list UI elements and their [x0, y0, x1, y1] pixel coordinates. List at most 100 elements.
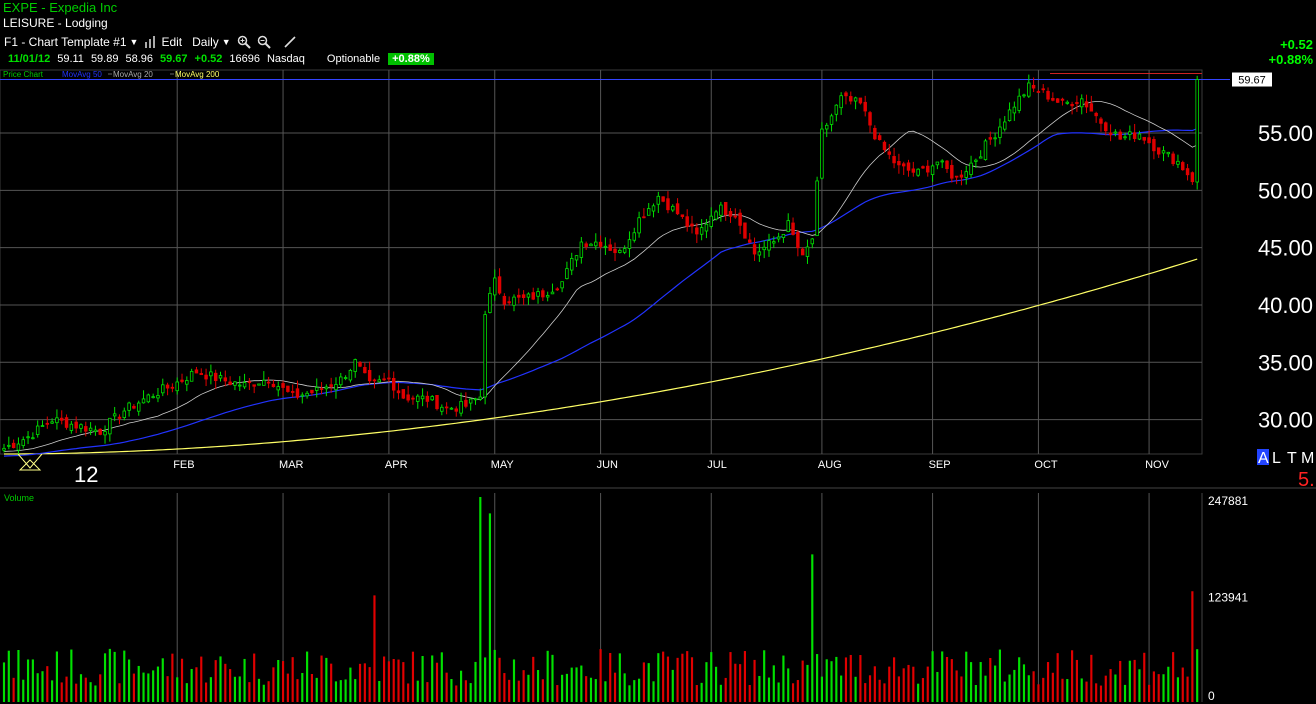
candle-body [954, 175, 959, 178]
last-price-value: 59.67 [1238, 75, 1266, 87]
quote-date: 11/01/12 [8, 52, 51, 65]
candle-body [959, 174, 964, 178]
candle-body [526, 293, 531, 298]
chevron-down-icon: ▼ [129, 37, 139, 47]
candle-body [300, 394, 305, 397]
zoom-out-button[interactable] [257, 35, 271, 49]
chart-area[interactable]: 55.0050.0045.0040.0035.0030.0012 FEB MAR AP… [0, 68, 1316, 704]
chart-tag[interactable]: A [1258, 450, 1269, 467]
candle-body [666, 198, 670, 211]
candle-body [348, 369, 353, 381]
candle-body [199, 372, 203, 376]
candle-body [1007, 109, 1012, 122]
candle-body [536, 291, 540, 297]
candle-body [1185, 168, 1190, 176]
candle-body [425, 395, 430, 402]
chart-tag[interactable]: L [1272, 450, 1281, 467]
candle-body [151, 396, 155, 399]
candle-body [103, 431, 107, 436]
chevron-down-icon: ▼ [221, 37, 231, 47]
candle-body [882, 141, 887, 151]
candle-body [738, 212, 742, 226]
chart-tag[interactable]: T [1287, 450, 1297, 467]
candle-body [1070, 103, 1074, 107]
candle-body [1055, 98, 1060, 103]
candle-body [64, 417, 69, 428]
zoom-in-button[interactable] [237, 35, 251, 49]
candle-body [146, 394, 151, 403]
candle-body [714, 211, 718, 220]
candle-body [411, 397, 415, 400]
period-label: Daily [192, 35, 219, 49]
candle-body [213, 372, 218, 381]
chart-toolbar: F1 - Chart Template #1 ▼ Edit Daily ▼ [0, 33, 303, 51]
candle-body [1099, 118, 1103, 124]
candle-body [565, 268, 569, 279]
candle-body [334, 384, 338, 391]
volume-axis-label: 247881 [1208, 494, 1248, 508]
month-label: NOV [1145, 459, 1170, 471]
month-label: JUL [707, 459, 727, 471]
volume-panel-label: Volume [4, 493, 34, 503]
candle-body [1027, 82, 1031, 97]
candle-body [98, 428, 102, 435]
chart-tag[interactable]: M [1301, 450, 1314, 467]
month-label: MAY [491, 459, 515, 471]
candle-body [772, 241, 776, 244]
candle-body [112, 413, 117, 417]
edit-button[interactable]: Edit [144, 35, 182, 49]
candle-body [743, 222, 747, 239]
axis-labels: 55.0050.0045.0040.0035.0030.0012 FEB MAR AP… [3, 70, 1315, 703]
indicator-legend: MovAvg 20 [113, 70, 153, 79]
bar-chart-icon [145, 36, 156, 48]
candle-body [589, 243, 593, 247]
candle-body [815, 180, 819, 237]
candle-body [406, 394, 410, 401]
pencil-icon [284, 36, 296, 48]
candle-body [127, 402, 131, 411]
candle-body [1161, 150, 1166, 154]
candle-body [132, 405, 136, 409]
candle-body [661, 196, 665, 202]
candle-body [60, 417, 64, 421]
candle-body [454, 408, 458, 412]
candle-body [1132, 132, 1137, 139]
candle-body [295, 388, 300, 398]
candle-body [1147, 137, 1151, 144]
candle-body [204, 374, 208, 380]
change-percent-right: +0.88% [1268, 52, 1313, 67]
candle-body [1060, 98, 1065, 101]
candle-body [1171, 153, 1175, 165]
candle-body [257, 383, 261, 386]
candle-body [579, 241, 584, 258]
candle-body [983, 140, 988, 160]
candle-body [921, 166, 925, 169]
candle-body [247, 381, 252, 384]
candle-body [695, 227, 699, 235]
quote-open: 59.11 [57, 52, 84, 65]
candle-body [690, 223, 694, 227]
period-dropdown[interactable]: Daily ▼ [192, 35, 231, 49]
candle-body [473, 398, 478, 401]
candle-body [45, 422, 50, 425]
chart-template-dropdown[interactable]: F1 - Chart Template #1 ▼ [4, 35, 138, 49]
candle-body [935, 161, 940, 166]
candle-body [868, 112, 872, 126]
candle-body [21, 439, 25, 446]
candle-body [618, 250, 622, 253]
candle-body [117, 416, 122, 419]
volume-axis-label: 0 [1208, 689, 1215, 703]
draw-tool-button[interactable] [283, 35, 297, 49]
candle-body [391, 378, 396, 391]
candle-body [791, 222, 795, 235]
candle-body [35, 425, 40, 435]
candle-body [108, 417, 112, 435]
month-label: AUG [818, 459, 842, 471]
candle-body [372, 379, 377, 382]
chart-tag[interactable]: 5. [1298, 469, 1315, 491]
month-label: JUN [597, 459, 618, 471]
candle-body [1190, 172, 1195, 183]
candle-body [310, 389, 314, 394]
candle-body [680, 214, 685, 217]
candle-body [1176, 160, 1180, 165]
